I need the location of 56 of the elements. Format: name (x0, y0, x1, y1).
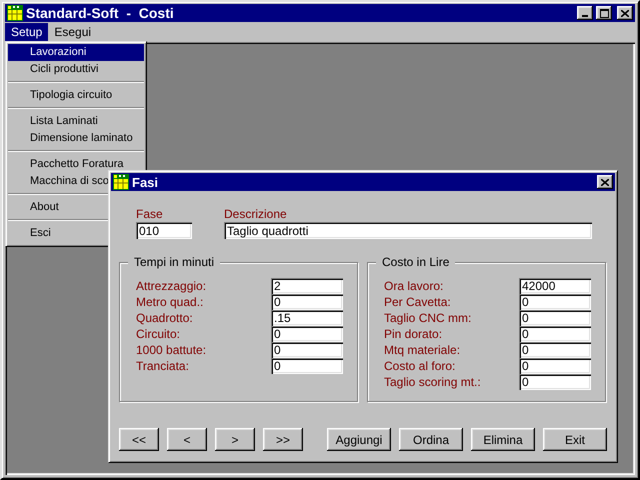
minimize-icon[interactable] (577, 6, 593, 20)
input-field[interactable]: 0 (519, 294, 591, 310)
menu-item[interactable]: Setup (5, 23, 48, 42)
action-button[interactable]: Exit (543, 428, 607, 451)
dialog-title: Fasi (132, 174, 160, 190)
menu-entry[interactable]: Lista Laminati (8, 113, 144, 130)
input-field[interactable]: .15 (271, 310, 343, 326)
close-icon[interactable] (617, 6, 633, 20)
group-title: Costo in Lire (376, 255, 456, 269)
field-label: 1000 battute: (136, 343, 208, 357)
input-field[interactable]: 0 (519, 326, 591, 342)
field-label: Descrizione (224, 207, 288, 221)
menu-entry[interactable]: Dimensione laminato (8, 130, 144, 147)
field-label: Metro quad.: (136, 295, 204, 309)
field-label: Circuito: (136, 327, 182, 341)
menu-entry[interactable]: Pacchetto Foratura (8, 156, 144, 173)
field-label: Pin dorato: (384, 327, 444, 341)
input-field[interactable]: 0 (271, 342, 343, 358)
menu-item[interactable]: Esegui (48, 23, 98, 42)
field-label: Costo al foro: (384, 359, 456, 373)
field-label: Fase (136, 207, 164, 221)
field-label: Taglio scoring mt.: (384, 375, 482, 389)
app-icon (7, 5, 23, 21)
menu-entry[interactable]: Lavorazioni (8, 44, 144, 61)
nav-button[interactable]: < (167, 428, 207, 451)
action-button[interactable]: Aggiungi (327, 428, 391, 451)
field-label: Ora lavoro: (384, 279, 444, 293)
input-field[interactable]: 42000 (519, 278, 591, 294)
input-field[interactable]: 0 (519, 358, 591, 374)
input-field[interactable]: 0 (519, 342, 591, 358)
action-button[interactable]: Elimina (471, 428, 535, 451)
window-title: Standard-Soft - Costi (26, 5, 175, 21)
nav-button[interactable]: > (215, 428, 255, 451)
field-label: Taglio CNC mm: (384, 311, 472, 325)
input-field[interactable]: 010 (136, 222, 192, 239)
input-field[interactable]: 0 (271, 326, 343, 342)
menu-entry[interactable]: Tipologia circuito (8, 87, 144, 104)
input-field[interactable]: Taglio quadrotti (224, 222, 592, 239)
field-label: Quadrotto: (136, 311, 194, 325)
input-field[interactable]: 0 (271, 358, 343, 374)
input-field[interactable]: 0 (519, 310, 591, 326)
menu-entry[interactable]: Cicli produttivi (8, 61, 144, 78)
input-field[interactable]: 0 (519, 374, 591, 390)
app-icon (113, 174, 129, 190)
group-title: Tempi in minuti (128, 255, 220, 269)
input-field[interactable]: 0 (271, 294, 343, 310)
field-label: Attrezzaggio: (136, 279, 208, 293)
field-label: Per Cavetta: (384, 295, 452, 309)
field-label: Tranciata: (136, 359, 190, 373)
maximize-icon[interactable] (596, 6, 612, 20)
field-label: Mtq materiale: (384, 343, 462, 357)
input-field[interactable]: 2 (271, 278, 343, 294)
nav-button[interactable]: << (119, 428, 159, 451)
action-button[interactable]: Ordina (399, 428, 463, 451)
close-icon[interactable] (597, 175, 613, 189)
nav-button[interactable]: >> (263, 428, 303, 451)
